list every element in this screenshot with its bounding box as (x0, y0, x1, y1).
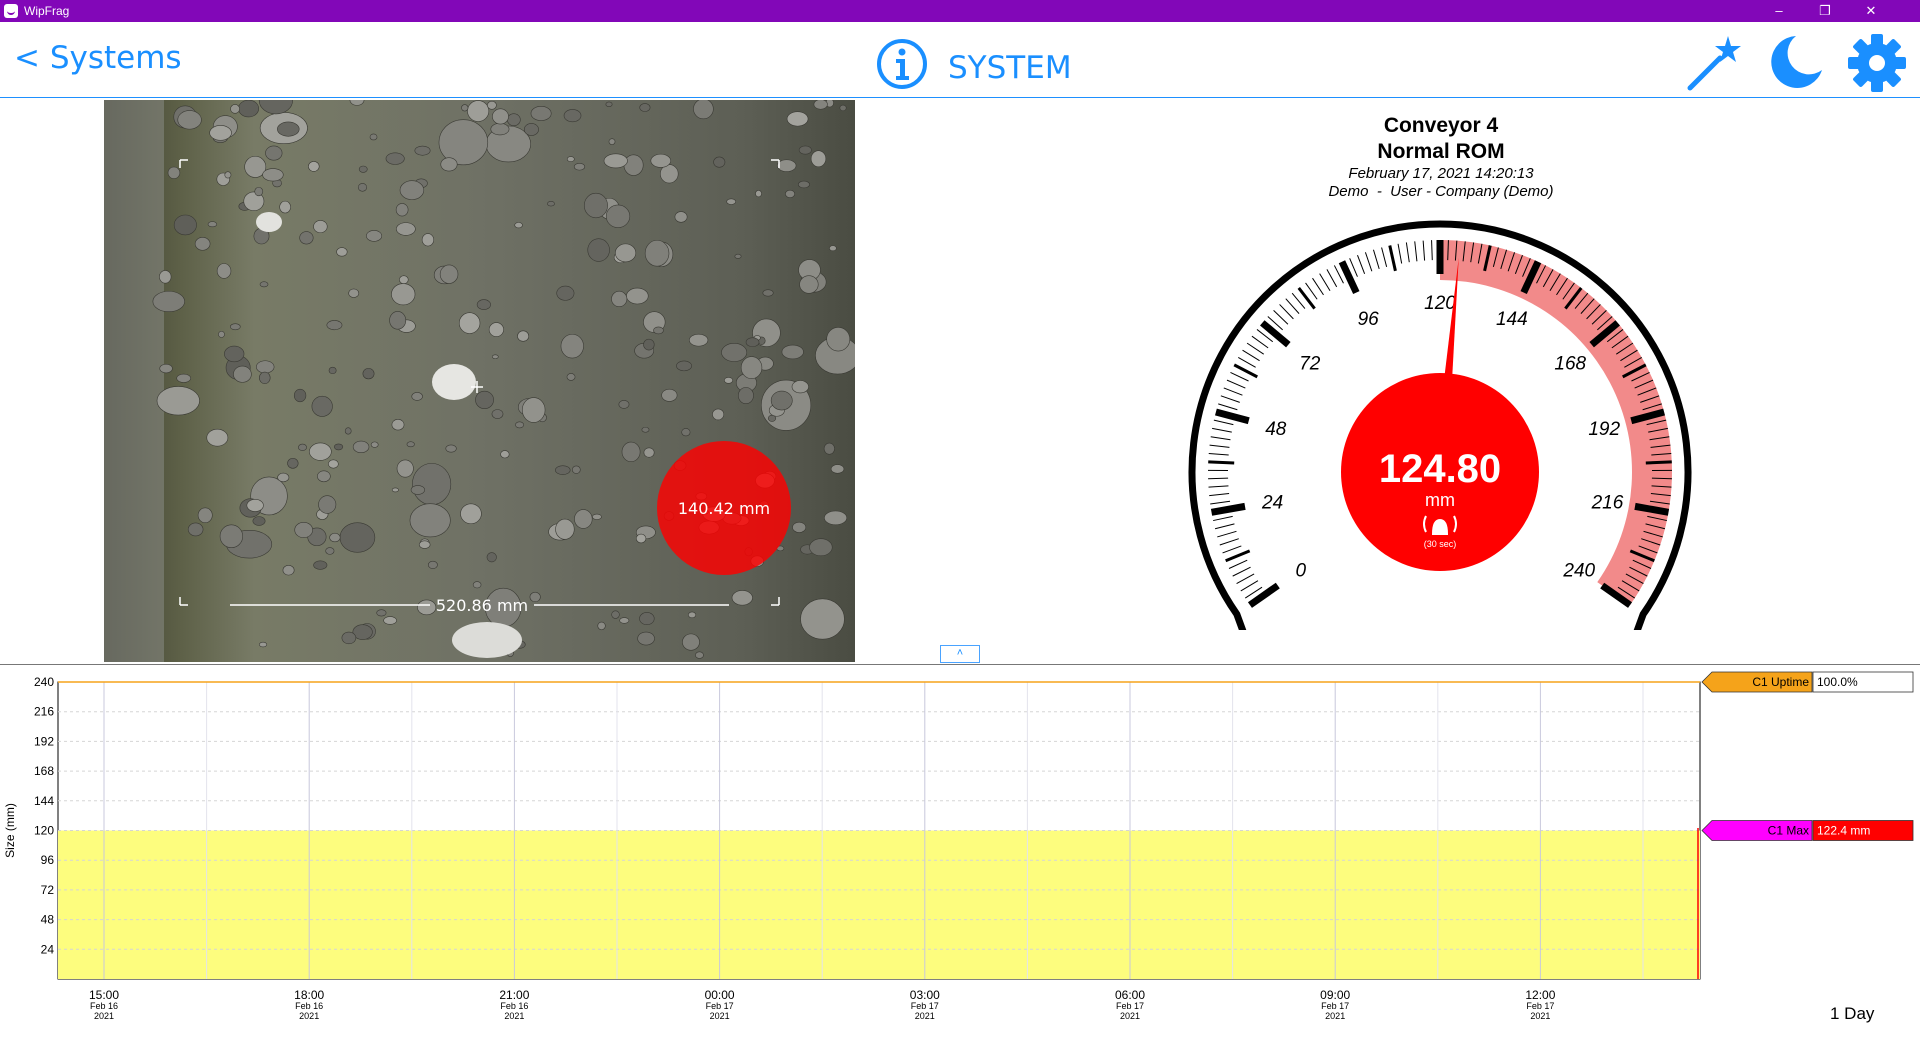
x-tick-year: 2021 (1325, 1011, 1345, 1021)
x-tick-date: Feb 16 (295, 1001, 323, 1011)
gauge-material: Normal ROM (1176, 140, 1706, 164)
y-axis-label: Size (mm) (3, 803, 17, 858)
alarm-duration-label: (30 sec) (1424, 539, 1457, 549)
app-logo-icon (4, 4, 18, 18)
title-bar: WipFrag – ❐ ✕ (0, 0, 1920, 22)
y-tick-label: 120 (34, 824, 54, 838)
y-tick-label: 168 (34, 764, 54, 778)
info-icon[interactable] (876, 38, 928, 90)
x-tick-year: 2021 (710, 1011, 730, 1021)
y-tick-label: 48 (41, 913, 55, 927)
camera-image[interactable]: 140.42 mm 520.86 mm (104, 100, 855, 662)
gauge-tick-label: 72 (1299, 354, 1321, 375)
x-tick-date: Feb 17 (911, 1001, 939, 1011)
time-range-selector[interactable]: 1 Day (1830, 1004, 1874, 1024)
gauge-tick-label: 24 (1261, 493, 1283, 514)
gauge-tick-label: 120 (1424, 293, 1456, 314)
moon-icon[interactable] (1766, 32, 1826, 92)
page-title: SYSTEM (948, 50, 1072, 86)
y-tick-label: 216 (34, 705, 54, 719)
gauge-value: 124.80 (1379, 447, 1501, 491)
gear-icon[interactable] (1846, 32, 1908, 94)
gauge-user: Demo - User - Company (Demo) (1176, 183, 1706, 200)
gauge-tick-label: 48 (1265, 419, 1287, 440)
x-tick-date: Feb 17 (706, 1001, 734, 1011)
x-tick-date: Feb 17 (1526, 1001, 1554, 1011)
gauge-tick-label: 240 (1562, 561, 1595, 582)
y-tick-label: 72 (41, 883, 55, 897)
x-tick-year: 2021 (1530, 1011, 1550, 1021)
x-tick-date: Feb 17 (1321, 1001, 1349, 1011)
x-tick-time: 18:00 (294, 988, 324, 1002)
gauge-tick-label: 144 (1496, 309, 1528, 330)
size-band (58, 831, 1700, 980)
x-tick-time: 12:00 (1525, 988, 1555, 1002)
rock-size-marker: 140.42 mm (657, 441, 791, 575)
x-tick-time: 21:00 (499, 988, 529, 1002)
x-tick-date: Feb 16 (90, 1001, 118, 1011)
series-marker-value: 100.0% (1817, 675, 1858, 689)
y-tick-label: 240 (34, 675, 54, 689)
gauge-tick (1646, 462, 1672, 463)
minimize-button[interactable]: – (1756, 0, 1802, 22)
x-tick-year: 2021 (915, 1011, 935, 1021)
magic-wand-icon[interactable] (1686, 32, 1746, 92)
restore-button[interactable]: ❐ (1802, 0, 1848, 22)
collapse-button[interactable]: ˄ (940, 645, 980, 663)
x-tick-year: 2021 (299, 1011, 319, 1021)
series-marker: C1 Uptime 100.0% (1702, 672, 1913, 692)
x-tick-time: 00:00 (705, 988, 735, 1002)
series-marker-label: C1 Uptime (1752, 675, 1809, 689)
gauge-unit: mm (1425, 490, 1455, 510)
x-tick-year: 2021 (1120, 1011, 1140, 1021)
y-tick-label: 96 (41, 853, 55, 867)
back-systems-link[interactable]: < Systems (14, 40, 182, 76)
x-tick-date: Feb 16 (500, 1001, 528, 1011)
gauge-tick (1652, 478, 1672, 479)
gauge-tick-label: 96 (1358, 309, 1380, 330)
size-chart: 2448729612014416819221624015:00Feb 16202… (0, 665, 1920, 1041)
y-tick-label: 144 (34, 794, 54, 808)
x-tick-time: 15:00 (89, 988, 119, 1002)
y-tick-label: 192 (34, 734, 54, 748)
gauge-tick (1208, 462, 1234, 463)
size-chart-panel: 2448729612014416819221624015:00Feb 16202… (0, 664, 1920, 1040)
x-tick-time: 06:00 (1115, 988, 1145, 1002)
x-tick-date: Feb 17 (1116, 1001, 1144, 1011)
x-tick-year: 2021 (504, 1011, 524, 1021)
app-header: < Systems SYSTEM (0, 22, 1920, 98)
x-tick-year: 2021 (94, 1011, 114, 1021)
scale-label: 520.86 mm (436, 596, 528, 615)
y-tick-label: 24 (41, 942, 55, 956)
gauge-tick-label: 0 (1295, 561, 1306, 582)
gauge-conveyor-name: Conveyor 4 (1176, 114, 1706, 138)
rock-size-label: 140.42 mm (678, 499, 770, 518)
gauge-tick-label: 216 (1591, 493, 1624, 514)
x-tick-time: 03:00 (910, 988, 940, 1002)
gauge-tick-label: 168 (1554, 354, 1586, 375)
series-marker-value: 122.4 mm (1817, 824, 1870, 838)
close-button[interactable]: ✕ (1848, 0, 1894, 22)
series-marker-label: C1 Max (1768, 824, 1809, 838)
series-marker: C1 Max 122.4 mm (1702, 821, 1913, 841)
x-tick-time: 09:00 (1320, 988, 1350, 1002)
gauge-tick (1208, 478, 1228, 479)
size-gauge: 0 24 48 72 96 120 144 168 192 216 240 124.80mm (30 s… (1186, 210, 1696, 630)
gauge-timestamp: February 17, 2021 14:20:13 (1176, 165, 1706, 182)
window-title: WipFrag (24, 4, 69, 18)
gauge-tick-label: 192 (1588, 419, 1620, 440)
